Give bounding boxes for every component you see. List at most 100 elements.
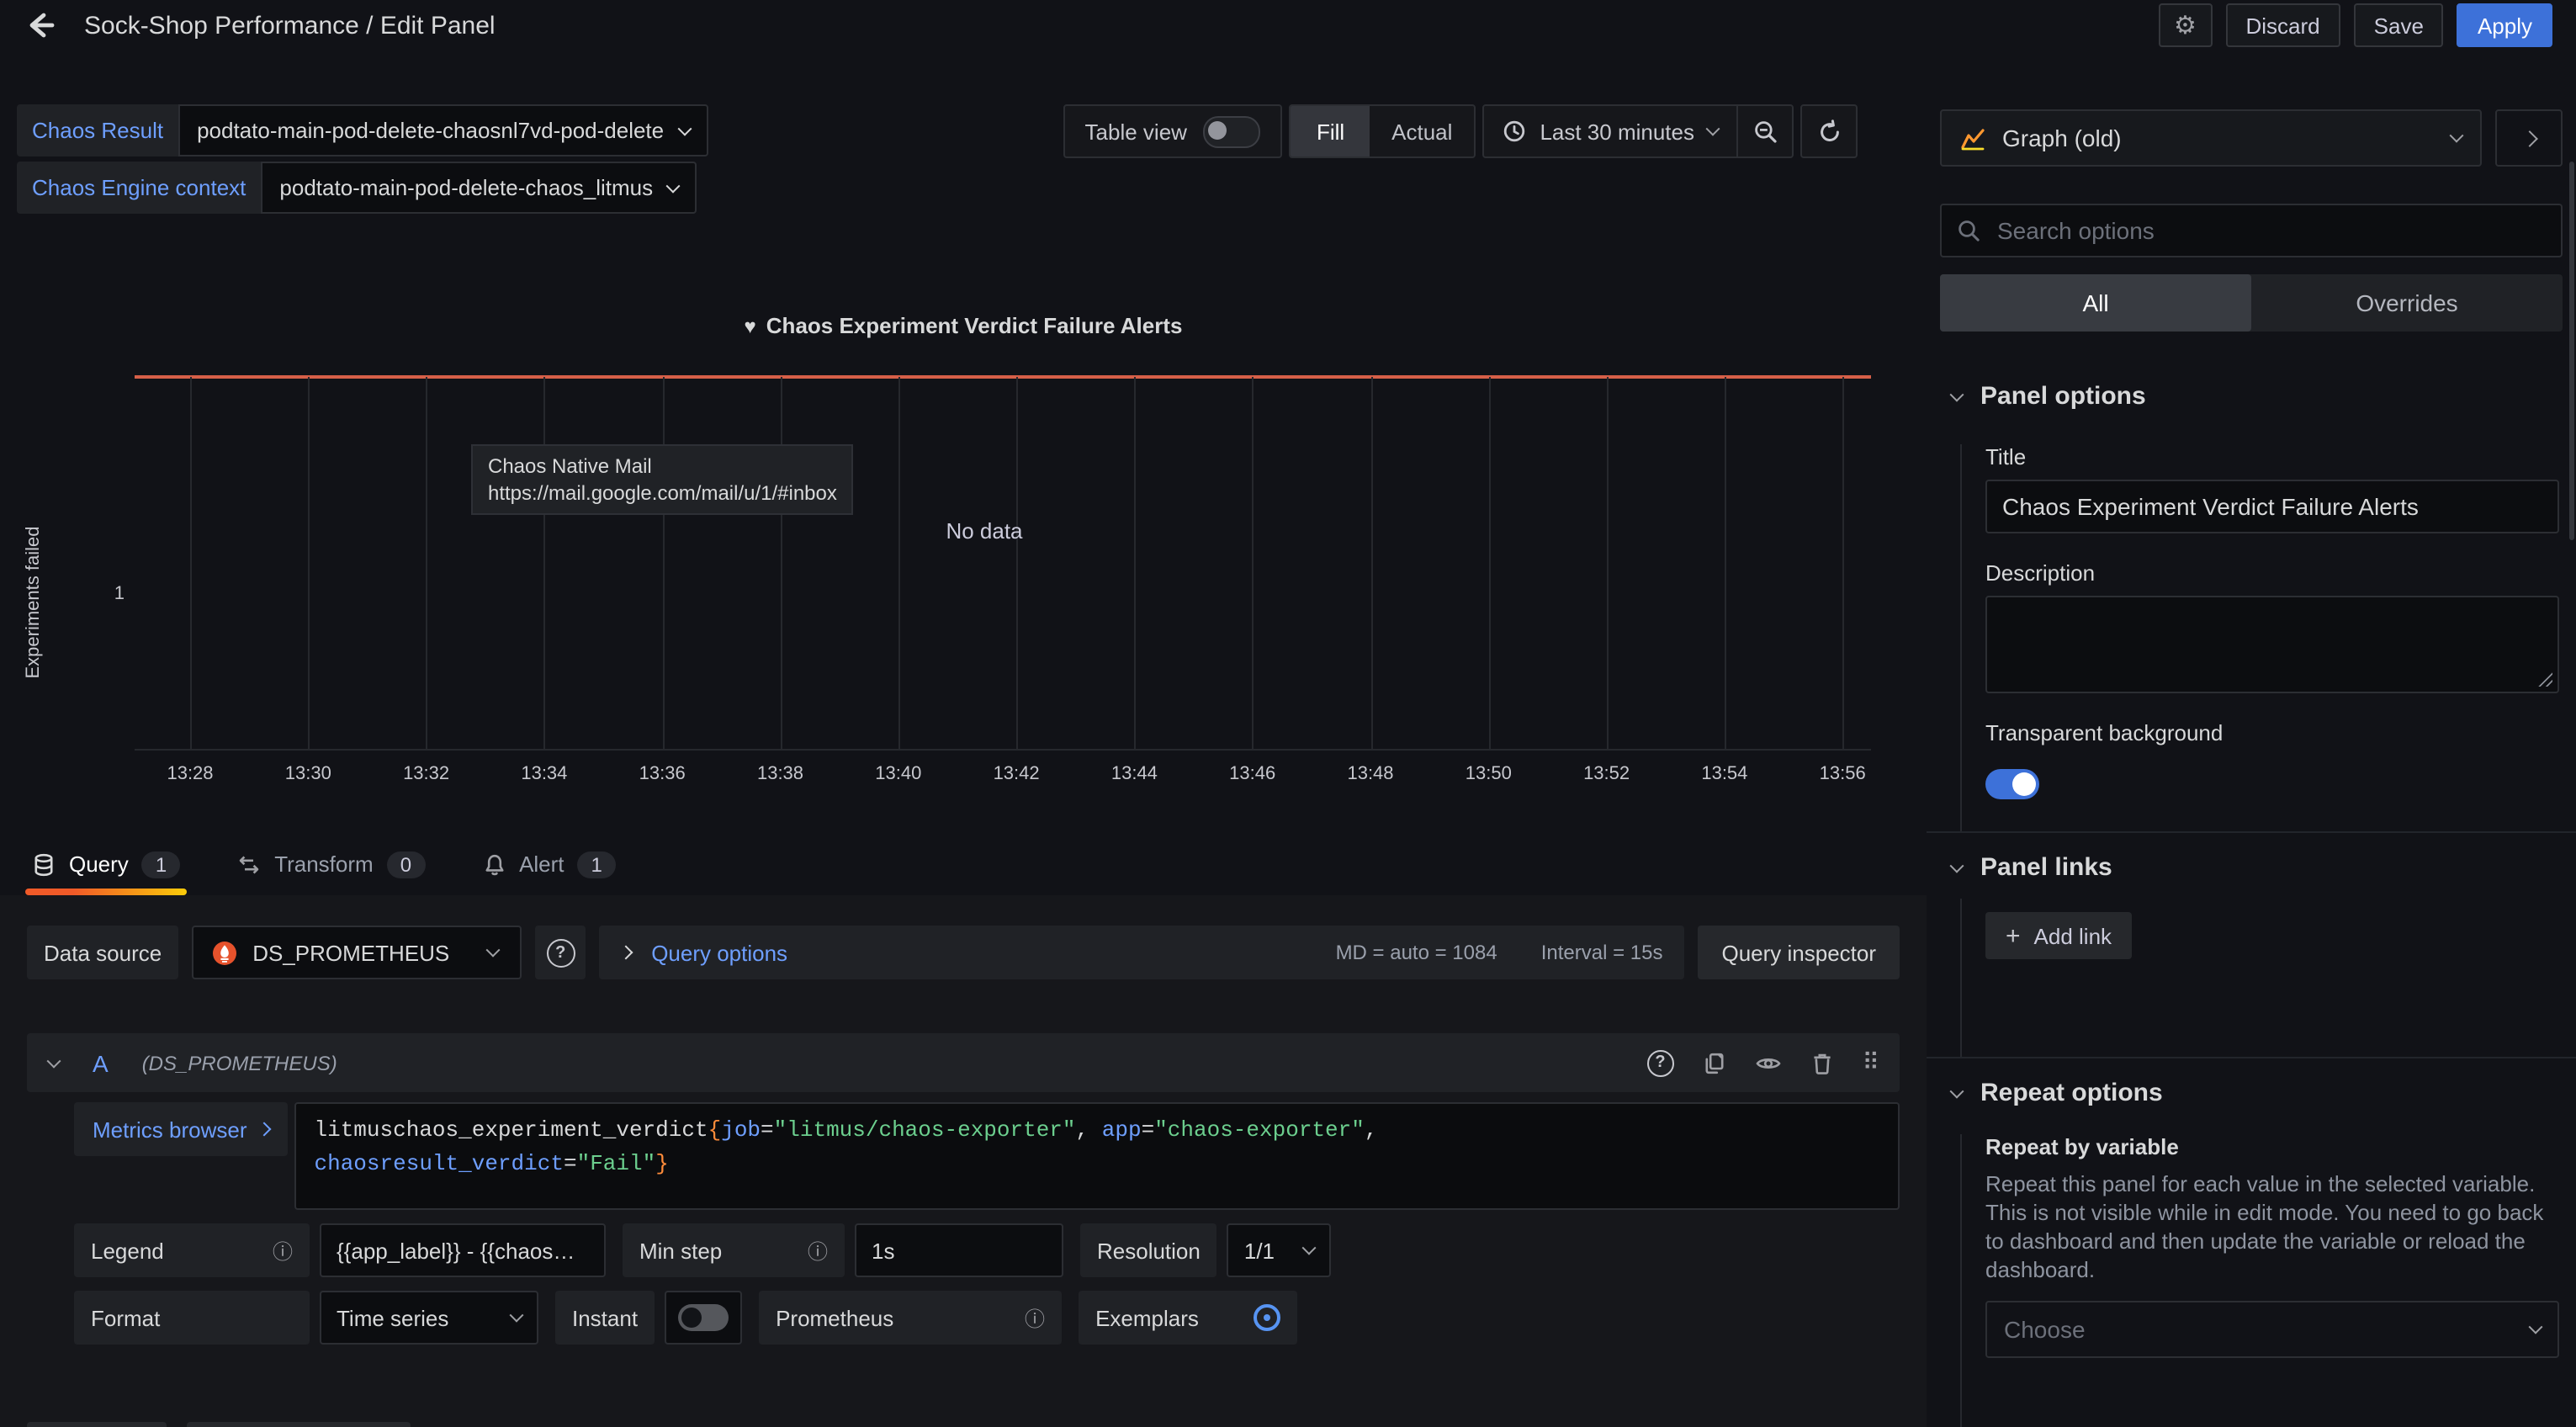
gridline — [1842, 377, 1844, 749]
resize-handle-icon[interactable] — [2537, 671, 2552, 687]
search-icon — [1957, 219, 1980, 242]
info-icon: ⓘ — [273, 1236, 293, 1265]
table-view-control: Table view — [1063, 104, 1283, 158]
discard-button[interactable]: Discard — [2226, 3, 2340, 47]
toggle-off — [678, 1304, 729, 1331]
min-step-input[interactable] — [855, 1223, 1063, 1277]
panel-options-body: Title Description Transparent background — [1960, 444, 2563, 831]
chevron-right-icon — [619, 946, 633, 960]
panel-settings-button[interactable]: ⚙ — [2159, 3, 2213, 47]
add-link-button[interactable]: +Add link — [1985, 912, 2132, 959]
refresh-icon — [1816, 119, 1842, 144]
y-tick: 1 — [47, 584, 125, 604]
plus-icon: + — [2006, 921, 2021, 950]
min-step-label: Min stepⓘ — [623, 1223, 845, 1277]
apply-button[interactable]: Apply — [2457, 3, 2552, 47]
help-icon[interactable]: ? — [1646, 1049, 1673, 1076]
promql-editor-row: Metrics browser litmuschaos_experiment_v… — [74, 1102, 1900, 1210]
add-query-button[interactable]: +Query — [27, 1422, 167, 1427]
options-search-input[interactable] — [1994, 215, 2546, 246]
variable-value-dropdown[interactable]: podtato-main-pod-delete-chaosnl7vd-pod-d… — [178, 104, 708, 156]
transparent-background-toggle[interactable] — [1985, 769, 2039, 799]
chevron-right-icon — [257, 1122, 271, 1137]
repeat-options-body: Repeat by variable Repeat this panel for… — [1960, 1134, 2563, 1427]
tab-all[interactable]: All — [1940, 274, 2251, 332]
sidebar-scrollbar[interactable] — [2569, 162, 2574, 540]
panel-title-input[interactable] — [1985, 480, 2559, 533]
zoom-out-button[interactable] — [1736, 106, 1792, 156]
tooltip-title: Chaos Native Mail — [488, 454, 837, 478]
visualization-picker[interactable]: Graph (old) — [1940, 109, 2482, 167]
chevron-down-icon — [1302, 1241, 1317, 1255]
chevron-down-icon — [2450, 129, 2464, 143]
chevron-down-icon — [510, 1308, 524, 1323]
exemplars-control[interactable]: Exemplars — [1079, 1291, 1297, 1345]
resolution-select[interactable]: 1/1 — [1227, 1223, 1332, 1277]
refresh-button[interactable] — [1800, 104, 1858, 158]
query-row-header[interactable]: A (DS_PROMETHEUS) ? ⠿ — [27, 1033, 1900, 1092]
section-repeat-options[interactable]: Repeat options — [1940, 1058, 2563, 1124]
section-panel-options[interactable]: Panel options — [1940, 362, 2563, 427]
tab-overrides[interactable]: Overrides — [2251, 274, 2563, 332]
add-expression-button[interactable]: +Expression ⚠ — [187, 1422, 410, 1427]
variable-value-dropdown[interactable]: podtato-main-pod-delete-chaos_litmus — [261, 162, 697, 214]
trash-icon[interactable] — [1810, 1051, 1833, 1074]
repeat-by-variable-label: Repeat by variable — [1985, 1134, 2559, 1159]
variable-chaos-result: Chaos Result podtato-main-pod-delete-cha… — [17, 104, 708, 156]
promql-editor[interactable]: litmuschaos_experiment_verdict{job="litm… — [294, 1102, 1900, 1210]
tab-query[interactable]: Query 1 — [25, 833, 187, 895]
query-options-bar[interactable]: Query options MD = auto = 1084 Interval … — [599, 926, 1684, 979]
table-view-toggle[interactable] — [1204, 115, 1261, 147]
tab-transform[interactable]: Transform 0 — [231, 833, 432, 895]
panel-description-textarea[interactable] — [1985, 596, 2559, 693]
format-label: Format — [74, 1291, 310, 1345]
threshold-line — [135, 375, 1871, 379]
datasource-picker[interactable]: DS_PROMETHEUS — [192, 926, 522, 979]
page-title: Sock-Shop Performance / Edit Panel — [84, 11, 496, 40]
gridline — [427, 377, 428, 749]
datasource-help-button[interactable]: ? — [535, 926, 586, 979]
actual-option[interactable]: Actual — [1370, 106, 1474, 156]
zoom-out-icon — [1752, 119, 1778, 144]
query-options-link[interactable]: Query options — [651, 940, 787, 965]
x-tick-label: 13:36 — [623, 764, 701, 784]
save-button[interactable]: Save — [2354, 3, 2444, 47]
format-select[interactable]: Time series — [320, 1291, 538, 1345]
gridline — [1370, 377, 1372, 749]
max-datapoints-text: MD = auto = 1084 — [1336, 941, 1497, 964]
x-tick-label: 13:32 — [388, 764, 465, 784]
repeat-variable-select[interactable]: Choose — [1985, 1301, 2559, 1358]
options-search[interactable] — [1940, 204, 2563, 257]
gridline — [1607, 377, 1609, 749]
tab-alert[interactable]: Alert 1 — [475, 833, 623, 895]
chart-icon — [1960, 125, 1985, 151]
options-sections: Panel options Title Description Transpar… — [1940, 362, 2563, 1427]
copy-icon[interactable] — [1702, 1051, 1725, 1074]
x-tick-label: 13:54 — [1686, 764, 1763, 784]
variable-chaos-engine-context: Chaos Engine context podtato-main-pod-de… — [17, 162, 697, 214]
legend-input[interactable] — [320, 1223, 606, 1277]
query-inspector-button[interactable]: Query inspector — [1698, 926, 1900, 979]
legend-options-row: Legendⓘ Min stepⓘ Resolution 1/1 — [74, 1223, 1900, 1277]
back-arrow-icon[interactable] — [24, 8, 57, 42]
drag-handle-icon[interactable]: ⠿ — [1862, 1048, 1878, 1077]
section-panel-links[interactable]: Panel links — [1940, 833, 2563, 899]
chevron-down-icon — [1950, 858, 1964, 873]
chevron-down-icon — [677, 121, 692, 135]
interval-text: Interval = 15s — [1541, 941, 1663, 964]
legend-label: Legendⓘ — [74, 1223, 310, 1277]
collapse-options-pane-button[interactable] — [2495, 109, 2563, 167]
eye-icon[interactable] — [1754, 1051, 1781, 1074]
prometheus-type-label: Prometheusⓘ — [759, 1291, 1062, 1345]
gridline — [544, 377, 546, 749]
metrics-browser-button[interactable]: Metrics browser — [74, 1102, 288, 1156]
chart-plot-area[interactable] — [135, 377, 1871, 751]
fill-option[interactable]: Fill — [1291, 106, 1370, 156]
query-row-actions: ? ⠿ — [1646, 1048, 1878, 1077]
collapse-chevron-icon[interactable] — [47, 1053, 61, 1068]
instant-toggle[interactable] — [665, 1291, 742, 1345]
database-icon — [32, 852, 56, 876]
datasource-row: Data source DS_PROMETHEUS ? Query option… — [27, 926, 1900, 979]
no-data-text: No data — [917, 518, 1052, 544]
time-range-picker[interactable]: Last 30 minutes — [1484, 106, 1736, 156]
